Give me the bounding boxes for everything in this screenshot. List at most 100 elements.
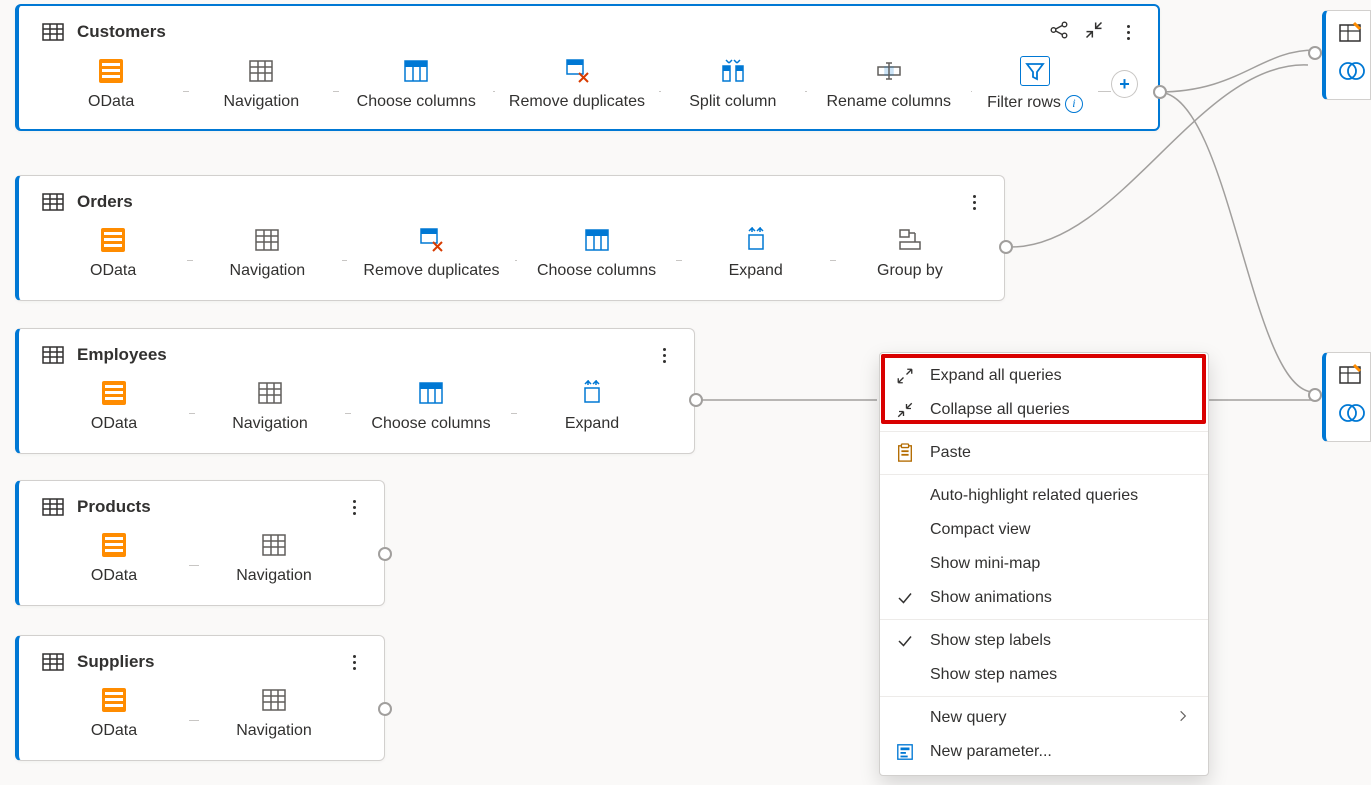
step-label: OData xyxy=(90,262,136,280)
step-label: Group by xyxy=(877,262,943,280)
menu-auto-highlight[interactable]: Auto-highlight related queries xyxy=(880,479,1208,513)
query-employees[interactable]: Employees OData Navigation Choose column… xyxy=(15,328,695,454)
collapse-icon[interactable] xyxy=(1084,20,1104,45)
menu-expand-all[interactable]: Expand all queries xyxy=(880,359,1208,393)
query-orders[interactable]: Orders OData Navigation Remove duplicate… xyxy=(15,175,1005,301)
navigation-step-icon[interactable] xyxy=(260,531,288,559)
navigation-step-icon[interactable] xyxy=(260,686,288,714)
step-label: Choose columns xyxy=(357,93,476,111)
menu-label: Collapse all queries xyxy=(930,401,1070,419)
menu-show-minimap[interactable]: Show mini-map xyxy=(880,547,1208,581)
query-title: Products xyxy=(77,497,151,517)
odata-source-icon[interactable] xyxy=(100,379,128,407)
output-node[interactable] xyxy=(1153,85,1167,99)
expand-arrows-icon xyxy=(894,365,916,387)
menu-new-query[interactable]: New query xyxy=(880,701,1208,735)
diagram-canvas[interactable]: Customers OData Navigation xyxy=(0,0,1371,785)
query-partial-top[interactable]: T xyxy=(1322,10,1371,100)
more-icon[interactable] xyxy=(964,190,984,214)
menu-label: Expand all queries xyxy=(930,367,1062,385)
query-title: Employees xyxy=(77,345,167,365)
menu-label: New parameter... xyxy=(930,743,1052,761)
group-by-icon[interactable] xyxy=(896,226,924,254)
query-customers[interactable]: Customers OData Navigation xyxy=(15,4,1160,131)
menu-label: New query xyxy=(930,709,1006,727)
output-node[interactable] xyxy=(378,702,392,716)
step-label: Expand xyxy=(565,415,619,433)
chevron-right-icon xyxy=(1176,709,1190,728)
table-icon xyxy=(39,18,67,46)
menu-collapse-all[interactable]: Collapse all queries xyxy=(880,393,1208,427)
step-label: Rename columns xyxy=(826,93,951,111)
step-label: Remove duplicates xyxy=(509,93,645,111)
share-icon[interactable] xyxy=(1048,19,1070,46)
output-node[interactable] xyxy=(999,240,1013,254)
step-label: Choose columns xyxy=(537,262,656,280)
navigation-step-icon[interactable] xyxy=(256,379,284,407)
more-icon[interactable] xyxy=(1118,20,1138,44)
paste-icon xyxy=(894,442,916,464)
output-node[interactable] xyxy=(689,393,703,407)
menu-label: Compact view xyxy=(930,521,1030,539)
choose-columns-icon[interactable] xyxy=(583,226,611,254)
venn-icon xyxy=(1338,403,1366,428)
odata-source-icon[interactable] xyxy=(100,531,128,559)
step-label: Navigation xyxy=(223,93,299,111)
table-icon xyxy=(39,648,67,676)
rename-columns-icon[interactable] xyxy=(875,57,903,85)
choose-columns-icon[interactable] xyxy=(417,379,445,407)
table-icon xyxy=(39,188,67,216)
menu-label: Show step labels xyxy=(930,632,1051,650)
more-icon[interactable] xyxy=(654,343,674,367)
input-node[interactable] xyxy=(1308,388,1322,402)
query-title: Orders xyxy=(77,192,133,212)
menu-label: Show mini-map xyxy=(930,555,1040,573)
merge-query-icon xyxy=(1338,361,1362,389)
menu-new-parameter[interactable]: New parameter... xyxy=(880,735,1208,769)
navigation-step-icon[interactable] xyxy=(253,226,281,254)
query-partial-bottom[interactable]: T xyxy=(1322,352,1371,442)
step-label: Navigation xyxy=(236,722,312,740)
menu-show-step-names[interactable]: Show step names xyxy=(880,658,1208,692)
table-icon xyxy=(39,493,67,521)
remove-duplicates-icon[interactable] xyxy=(417,226,445,254)
add-step-button[interactable]: + xyxy=(1111,70,1138,98)
query-suppliers[interactable]: Suppliers OData Navigation xyxy=(15,635,385,761)
menu-compact-view[interactable]: Compact view xyxy=(880,513,1208,547)
step-label: Filter rowsi xyxy=(987,94,1083,113)
input-node[interactable] xyxy=(1308,46,1322,60)
expand-step-icon[interactable] xyxy=(578,379,606,407)
more-icon[interactable] xyxy=(344,495,364,519)
info-icon[interactable]: i xyxy=(1065,95,1083,113)
collapse-arrows-icon xyxy=(894,399,916,421)
filter-rows-icon[interactable] xyxy=(1020,56,1050,86)
venn-icon xyxy=(1338,61,1366,86)
menu-label: Show step names xyxy=(930,666,1057,684)
query-products[interactable]: Products OData Navigation xyxy=(15,480,385,606)
menu-label: Paste xyxy=(930,444,971,462)
menu-divider xyxy=(880,619,1208,620)
menu-paste[interactable]: Paste xyxy=(880,436,1208,470)
remove-duplicates-icon[interactable] xyxy=(563,57,591,85)
menu-label: Show animations xyxy=(930,589,1052,607)
parameter-icon xyxy=(894,741,916,763)
menu-divider xyxy=(880,431,1208,432)
odata-source-icon[interactable] xyxy=(99,226,127,254)
expand-step-icon[interactable] xyxy=(742,226,770,254)
menu-show-step-labels[interactable]: Show step labels xyxy=(880,624,1208,658)
step-label: Navigation xyxy=(236,567,312,585)
step-label: Split column xyxy=(689,93,776,111)
more-icon[interactable] xyxy=(344,650,364,674)
step-label: OData xyxy=(91,567,137,585)
odata-source-icon[interactable] xyxy=(97,57,125,85)
check-icon xyxy=(894,587,916,609)
odata-source-icon[interactable] xyxy=(100,686,128,714)
split-column-icon[interactable] xyxy=(719,57,747,85)
menu-show-animations[interactable]: Show animations xyxy=(880,581,1208,615)
step-label: OData xyxy=(91,415,137,433)
step-label: OData xyxy=(91,722,137,740)
choose-columns-icon[interactable] xyxy=(402,57,430,85)
navigation-step-icon[interactable] xyxy=(247,57,275,85)
merge-query-icon xyxy=(1338,19,1362,47)
output-node[interactable] xyxy=(378,547,392,561)
